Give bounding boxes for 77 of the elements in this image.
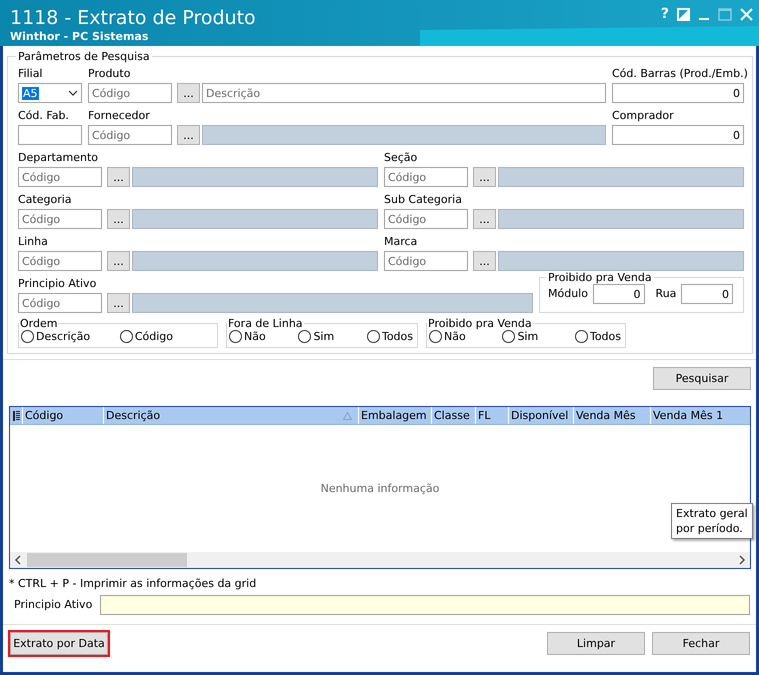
code-field[interactable]: Código	[18, 209, 102, 229]
group-title: Proibido pra Venda	[427, 317, 533, 330]
field-label: Produto	[88, 67, 132, 81]
code-field[interactable]: Código	[384, 209, 468, 229]
field-label: Categoria	[18, 193, 73, 207]
theme-icon[interactable]	[677, 8, 690, 20]
radio-option[interactable]: Todos	[366, 330, 413, 343]
code-field[interactable]: Código	[18, 251, 102, 271]
tooltip: Extrato geral por período.	[671, 503, 753, 539]
code-field[interactable]: Código	[88, 125, 172, 145]
column-header[interactable]: Disponível	[508, 407, 573, 424]
lookup-button[interactable]: ...	[107, 251, 130, 271]
field-label: Rua	[656, 287, 676, 301]
input-field[interactable]: 0	[612, 125, 744, 145]
maximize-icon[interactable]	[718, 8, 732, 20]
field-label: Linha	[18, 235, 49, 249]
group-title: Parâmetros de Pesquisa	[17, 50, 151, 63]
window-title: 1118 - Extrato de Produto	[10, 6, 256, 30]
code-field[interactable]: Código	[384, 251, 468, 271]
action-button[interactable]: Extrato por Data	[10, 632, 108, 655]
column-header[interactable]: Código	[22, 407, 103, 424]
code-field[interactable]: Código	[18, 167, 102, 187]
radio-option[interactable]: Sim	[298, 330, 334, 343]
field-label: Sub Categoria	[384, 193, 463, 207]
field-label: Módulo	[548, 287, 588, 301]
search-button[interactable]: Pesquisar	[653, 367, 751, 390]
close-icon[interactable]	[740, 8, 753, 20]
sort-icon	[343, 412, 352, 420]
field-label: Principio Ativo	[14, 598, 92, 612]
footnote: * CTRL + P - Imprimir as informações da grid	[9, 577, 258, 591]
action-button[interactable]: Limpar	[547, 632, 645, 655]
column-header[interactable]: Classe	[431, 407, 475, 424]
field-label: Departamento	[18, 151, 100, 165]
lookup-button[interactable]: ...	[107, 167, 130, 187]
empty-message: Nenhuma informação	[320, 482, 440, 495]
lookup-button[interactable]: ...	[177, 125, 200, 145]
field-label: Comprador	[612, 109, 675, 123]
field-label: Seção	[384, 151, 418, 165]
lookup-button[interactable]: ...	[473, 209, 496, 229]
input-field[interactable]	[18, 125, 82, 145]
description-field[interactable]: Descrição	[202, 83, 606, 103]
radio-option[interactable]: Código	[120, 330, 173, 343]
group-title: Fora de Linha	[227, 317, 304, 330]
window-subtitle: Winthor - PC Sistemas	[10, 30, 148, 43]
radio-option[interactable]: Não	[229, 330, 266, 343]
action-button[interactable]: Fechar	[652, 632, 750, 655]
radio-option[interactable]: Sim	[502, 330, 538, 343]
branch-dropdown[interactable]: A5	[18, 83, 82, 103]
code-field[interactable]: Código	[18, 293, 102, 313]
chevron-icon	[68, 90, 78, 96]
column-header[interactable]: Venda Mês 1	[650, 407, 748, 424]
column-header[interactable]: Descrição	[103, 407, 358, 424]
column-header[interactable]: FL	[475, 407, 508, 424]
input-field[interactable]: 0	[681, 284, 733, 304]
field-label: Cód. Fab.	[18, 109, 70, 123]
lookup-button[interactable]: ...	[107, 209, 130, 229]
field-label: Filial	[18, 67, 44, 81]
code-field[interactable]: Código	[384, 167, 468, 187]
lookup-button[interactable]: ...	[177, 83, 200, 103]
field-label: Fornecedor	[88, 109, 151, 123]
code-field[interactable]: Código	[88, 83, 172, 103]
lookup-button[interactable]: ...	[107, 293, 130, 313]
column-header[interactable]: Embalagem	[358, 407, 431, 424]
radio-option[interactable]: Descrição	[21, 330, 90, 343]
input-field[interactable]: 0	[612, 83, 744, 103]
field-label: Principio Ativo	[18, 277, 98, 291]
radio-option[interactable]: Não	[429, 330, 466, 343]
input-field[interactable]	[100, 595, 750, 615]
group-title: Ordem	[19, 317, 58, 330]
horizontal-scrollbar[interactable]	[10, 552, 750, 568]
field-label: Marca	[384, 235, 418, 249]
radio-option[interactable]: Todos	[574, 330, 621, 343]
group-title: Proibido pra Venda	[547, 271, 653, 284]
column-header[interactable]: Venda Mês	[573, 407, 650, 424]
lookup-button[interactable]: ...	[473, 251, 496, 271]
input-field[interactable]: 0	[592, 284, 645, 304]
lookup-button[interactable]: ...	[473, 167, 496, 187]
